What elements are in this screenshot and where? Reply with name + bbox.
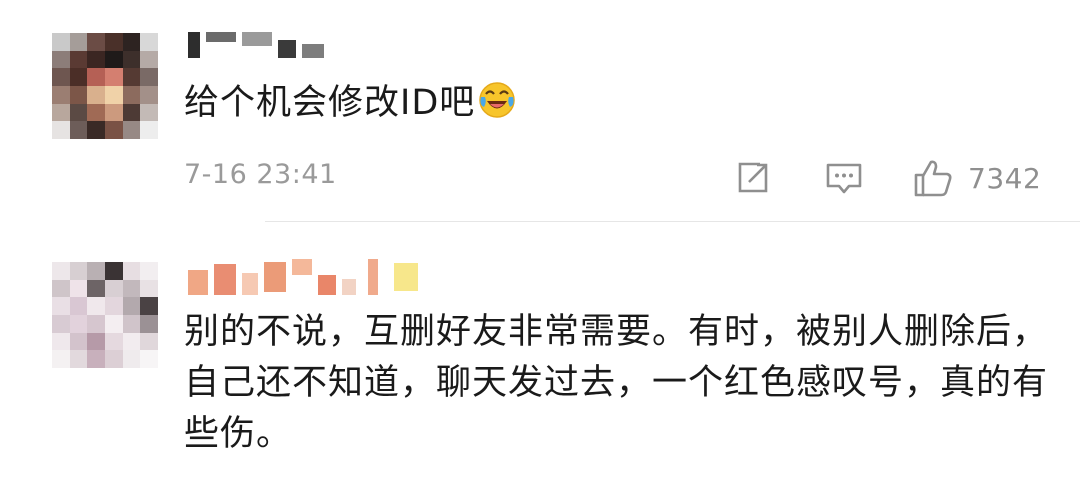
avatar[interactable] xyxy=(52,33,158,139)
comment-text: 别的不说，互删好友非常需要。有时，被别人删除后，自己还不知道，聊天发过去，一个红… xyxy=(184,312,1049,454)
comment-actions: 7342 xyxy=(0,156,1080,200)
comment-text: 给个机会修改ID吧 xyxy=(184,78,1050,129)
username-redacted[interactable] xyxy=(188,259,418,295)
like-count: 7342 xyxy=(968,161,1042,195)
username-redacted[interactable] xyxy=(188,32,324,58)
comment-item: 给个机会修改ID吧 7-16 23:41 7342 xyxy=(0,0,1080,222)
laugh-cry-emoji xyxy=(479,82,516,118)
comment-text-content: 给个机会修改ID吧 xyxy=(184,83,476,123)
like-button[interactable]: 7342 xyxy=(912,156,1041,200)
share-icon xyxy=(738,162,768,193)
reply-button[interactable] xyxy=(824,156,864,200)
comment-divider xyxy=(265,221,1080,222)
share-button[interactable] xyxy=(733,156,773,200)
avatar[interactable] xyxy=(52,262,158,368)
comment-item: 别的不说，互删好友非常需要。有时，被别人删除后，自己还不知道，聊天发过去，一个红… xyxy=(0,223,1080,482)
thumbs-up-icon xyxy=(914,160,952,197)
comment-icon xyxy=(826,163,862,194)
